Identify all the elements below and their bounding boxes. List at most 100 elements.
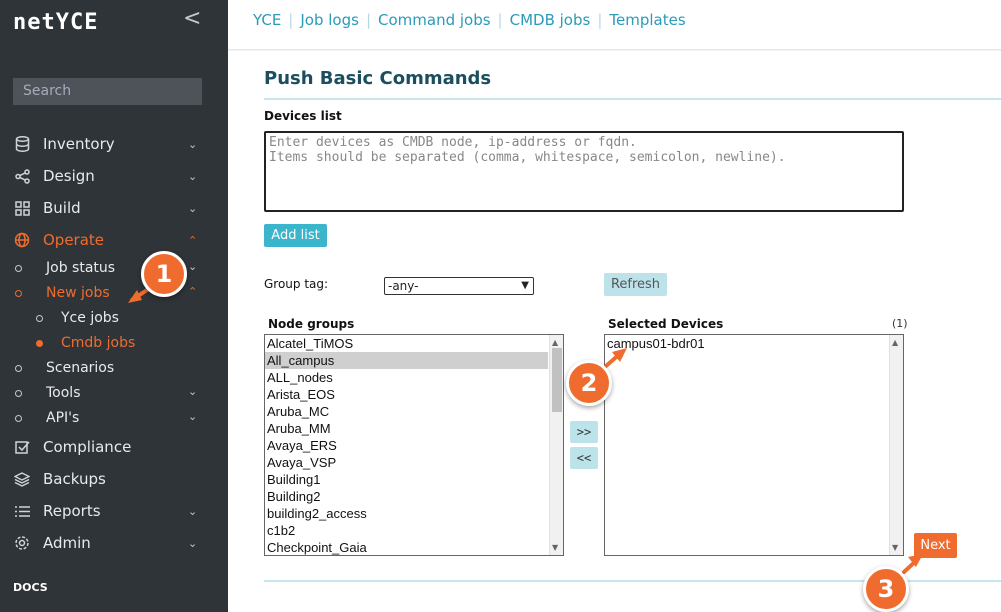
callout-1: 1 xyxy=(141,251,187,297)
node-group-option[interactable]: Avaya_ERS xyxy=(265,437,548,454)
callout-3: 3 xyxy=(863,566,909,612)
search-input[interactable]: Search xyxy=(13,78,202,105)
scrollbar[interactable]: ▲ ▼ xyxy=(549,335,563,555)
node-group-option[interactable]: ALL_nodes xyxy=(265,369,548,386)
check-square-icon xyxy=(13,438,31,456)
scroll-thumb[interactable] xyxy=(552,348,562,412)
nav-operate[interactable]: Operate ⌃ xyxy=(0,228,228,252)
nav-label: Job status xyxy=(46,260,116,276)
netyce-logo: netYCE xyxy=(13,10,99,35)
chevron-down-icon: ⌄ xyxy=(188,260,198,273)
nav-apis[interactable]: API's ⌄ xyxy=(0,408,228,430)
nav-job-status[interactable]: Job status ⌄ xyxy=(0,258,228,280)
next-button[interactable]: Next xyxy=(914,533,957,558)
selected-count: (1) xyxy=(892,317,908,330)
chevron-down-icon: ⌄ xyxy=(188,385,198,398)
devices-list-label: Devices list xyxy=(264,109,342,123)
nav-label: Operate xyxy=(43,231,105,249)
nav-label: Reports xyxy=(43,502,101,520)
move-left-button[interactable]: << xyxy=(570,447,598,469)
nav-label: Yce jobs xyxy=(61,310,119,326)
nav-inventory[interactable]: Inventory ⌄ xyxy=(0,132,228,156)
group-tag-select[interactable]: -any- ▼ xyxy=(384,277,534,295)
nav-reports[interactable]: Reports ⌄ xyxy=(0,499,228,523)
nav-build[interactable]: Build ⌄ xyxy=(0,196,228,220)
nav-label: Design xyxy=(43,167,95,185)
nav-backups[interactable]: Backups xyxy=(0,467,228,491)
node-group-option[interactable]: building2_access xyxy=(265,505,548,522)
chevron-down-icon: ⌄ xyxy=(188,169,198,183)
chevron-up-icon: ⌃ xyxy=(188,285,198,298)
selected-device-option[interactable]: campus01-bdr01 xyxy=(605,335,903,352)
bullet-icon xyxy=(15,390,22,397)
docs-heading: DOCS xyxy=(13,581,48,594)
sidebar: netYCE < Search Inventory ⌄ Design ⌄ Bui… xyxy=(0,0,228,612)
node-group-option[interactable]: All_campus xyxy=(265,352,548,369)
node-group-option[interactable]: Building1 xyxy=(265,471,548,488)
chevron-down-icon: ⌄ xyxy=(188,536,198,550)
topnav-templates[interactable]: Templates xyxy=(609,11,685,29)
share-icon xyxy=(13,167,31,185)
scroll-down-icon[interactable]: ▼ xyxy=(552,543,558,552)
nav-compliance[interactable]: Compliance xyxy=(0,435,228,459)
bullet-icon xyxy=(36,340,43,347)
callout-2: 2 xyxy=(566,360,612,406)
scrollbar[interactable]: ▲ ▼ xyxy=(889,335,903,555)
topnav-yce[interactable]: YCE xyxy=(253,11,281,29)
chevron-down-icon: ⌄ xyxy=(188,137,198,151)
scroll-up-icon[interactable]: ▲ xyxy=(892,338,898,347)
database-icon xyxy=(13,135,31,153)
selected-devices-listbox[interactable]: campus01-bdr01 ▲ ▼ xyxy=(604,334,904,556)
globe-icon xyxy=(13,231,31,249)
node-groups-listbox[interactable]: Alcatel_TiMOS All_campus ALL_nodes Arista_E… xyxy=(264,334,564,556)
grid-icon xyxy=(13,199,31,217)
node-group-option[interactable]: Aruba_MC xyxy=(265,403,548,420)
node-group-option[interactable]: Arista_EOS xyxy=(265,386,548,403)
title-divider xyxy=(264,98,1001,100)
separator: | xyxy=(497,11,503,29)
move-right-button[interactable]: >> xyxy=(570,421,598,443)
node-group-option[interactable]: c1b2 xyxy=(265,522,548,539)
nav-design[interactable]: Design ⌄ xyxy=(0,164,228,188)
nav-label: Admin xyxy=(43,534,91,552)
selected-devices-label: Selected Devices xyxy=(608,317,724,331)
chevron-up-icon: ⌃ xyxy=(188,233,198,247)
scroll-up-icon[interactable]: ▲ xyxy=(552,338,558,347)
node-group-option[interactable]: Building2 xyxy=(265,488,548,505)
separator: | xyxy=(288,11,294,29)
add-list-button[interactable]: Add list xyxy=(264,224,327,247)
refresh-button[interactable]: Refresh xyxy=(604,273,667,296)
topnav-job-logs[interactable]: Job logs xyxy=(300,11,359,29)
top-nav: YCE | Job logs | Command jobs | CMDB job… xyxy=(253,11,686,29)
gear-icon xyxy=(13,534,31,552)
nav-admin[interactable]: Admin ⌄ xyxy=(0,531,228,555)
scroll-down-icon[interactable]: ▼ xyxy=(892,543,898,552)
chevron-down-icon: ▼ xyxy=(521,280,529,291)
nav-label: New jobs xyxy=(46,285,110,301)
bullet-icon xyxy=(36,315,43,322)
node-group-option[interactable]: Avaya_VSP xyxy=(265,454,548,471)
bullet-icon xyxy=(15,415,22,422)
node-group-option[interactable]: Aruba_MM xyxy=(265,420,548,437)
nav-yce-jobs[interactable]: Yce jobs xyxy=(0,308,228,330)
layers-icon xyxy=(13,470,31,488)
top-bar: YCE | Job logs | Command jobs | CMDB job… xyxy=(228,0,1001,50)
chevron-down-icon: ⌄ xyxy=(188,201,198,215)
page-title: Push Basic Commands xyxy=(264,68,492,89)
nav-tools[interactable]: Tools ⌄ xyxy=(0,383,228,405)
nav-label: Compliance xyxy=(43,438,132,456)
topnav-cmdb-jobs[interactable]: CMDB jobs xyxy=(510,11,591,29)
chevron-down-icon: ⌄ xyxy=(188,410,198,423)
nav-scenarios[interactable]: Scenarios xyxy=(0,358,228,380)
chevron-down-icon: ⌄ xyxy=(188,504,198,518)
nav-label: Backups xyxy=(43,470,106,488)
devices-list-textarea[interactable]: Enter devices as CMDB node, ip-address o… xyxy=(264,131,904,212)
collapse-sidebar-icon[interactable]: < xyxy=(183,6,201,31)
main-content: Push Basic Commands Devices list Enter d… xyxy=(228,51,1001,612)
node-group-option[interactable]: Alcatel_TiMOS xyxy=(265,335,548,352)
nav-label: Build xyxy=(43,199,81,217)
nav-new-jobs[interactable]: New jobs ⌃ xyxy=(0,283,228,305)
topnav-command-jobs[interactable]: Command jobs xyxy=(378,11,491,29)
node-group-option[interactable]: Checkpoint_Gaia xyxy=(265,539,548,555)
nav-cmdb-jobs[interactable]: Cmdb jobs xyxy=(0,333,228,355)
